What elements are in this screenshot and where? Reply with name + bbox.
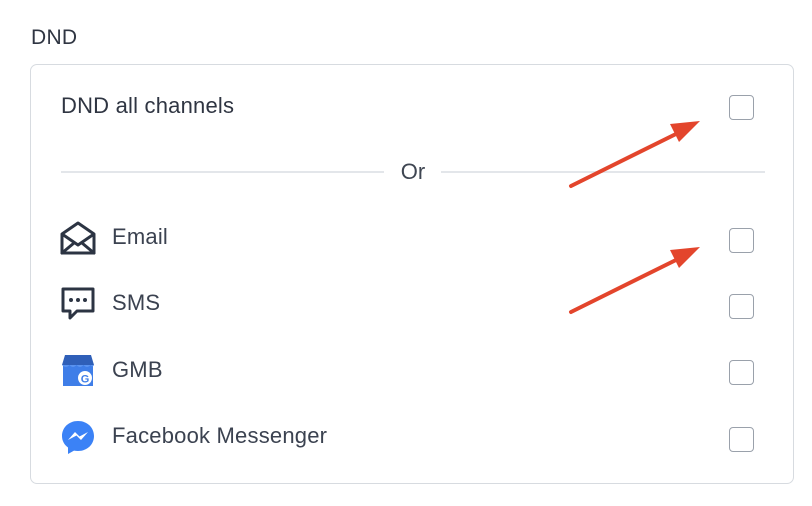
channel-row-sms: SMS (59, 283, 759, 323)
divider-line-right (441, 171, 765, 173)
or-label: Or (400, 159, 426, 184)
chat-bubble-icon (59, 285, 97, 323)
channel-label-sms: SMS (112, 290, 161, 315)
dnd-card: DND all channels Or Email SMS G GMB Face… (30, 64, 794, 484)
facebook-messenger-icon (59, 418, 97, 456)
channel-row-gmb: G GMB (59, 350, 759, 390)
channel-label-email: Email (112, 224, 169, 249)
channel-row-email: Email (59, 217, 759, 257)
dnd-settings-page: DND DND all channels Or Email SMS G GMB … (0, 0, 812, 506)
email-checkbox[interactable] (729, 228, 754, 253)
envelope-open-icon (59, 219, 97, 257)
google-my-business-icon: G (59, 352, 97, 390)
channel-row-facebook-messenger: Facebook Messenger (59, 416, 759, 456)
gmb-checkbox[interactable] (729, 360, 754, 385)
or-divider: Or (61, 159, 765, 185)
facebook-messenger-checkbox[interactable] (729, 427, 754, 452)
divider-line-left (61, 171, 384, 173)
channel-label-gmb: GMB (112, 357, 163, 382)
svg-text:G: G (81, 374, 90, 386)
dnd-all-label: DND all channels (61, 93, 235, 118)
channel-label-facebook-messenger: Facebook Messenger (112, 423, 328, 448)
sms-checkbox[interactable] (729, 294, 754, 319)
section-title: DND (31, 26, 78, 49)
dnd-all-checkbox[interactable] (729, 95, 754, 120)
